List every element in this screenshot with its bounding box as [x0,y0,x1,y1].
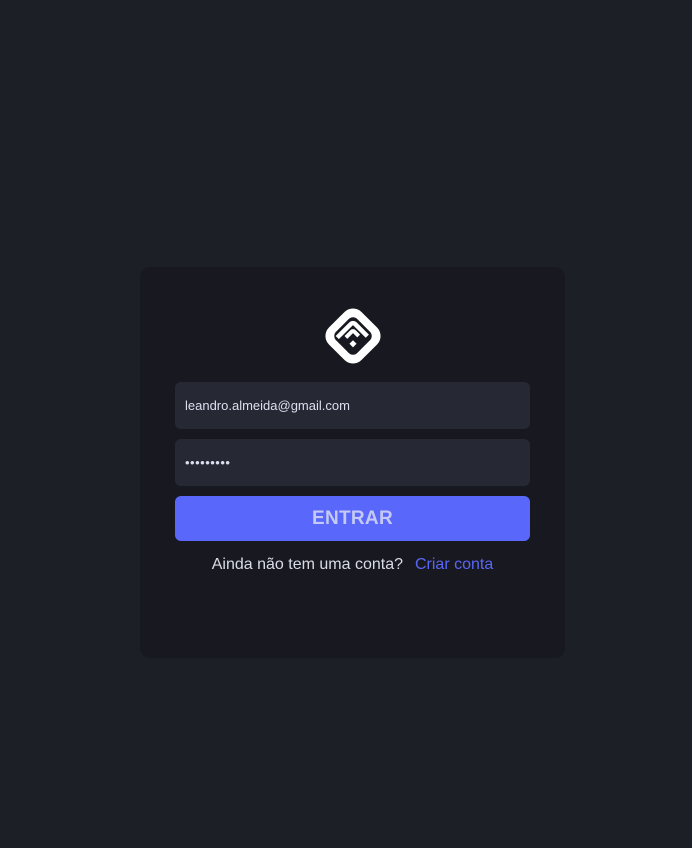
signup-row: Ainda não tem uma conta? Criar conta [140,556,565,574]
login-page: ENTRAR Ainda não tem uma conta? Criar con… [0,0,692,848]
email-input[interactable] [175,382,530,429]
login-button[interactable]: ENTRAR [175,496,530,541]
signup-prompt: Ainda não tem uma conta? [211,556,403,573]
password-input[interactable] [175,439,530,486]
login-card: ENTRAR Ainda não tem uma conta? Criar con… [140,267,565,658]
brand-logo-icon [325,308,381,364]
create-account-link[interactable]: Criar conta [415,556,493,573]
